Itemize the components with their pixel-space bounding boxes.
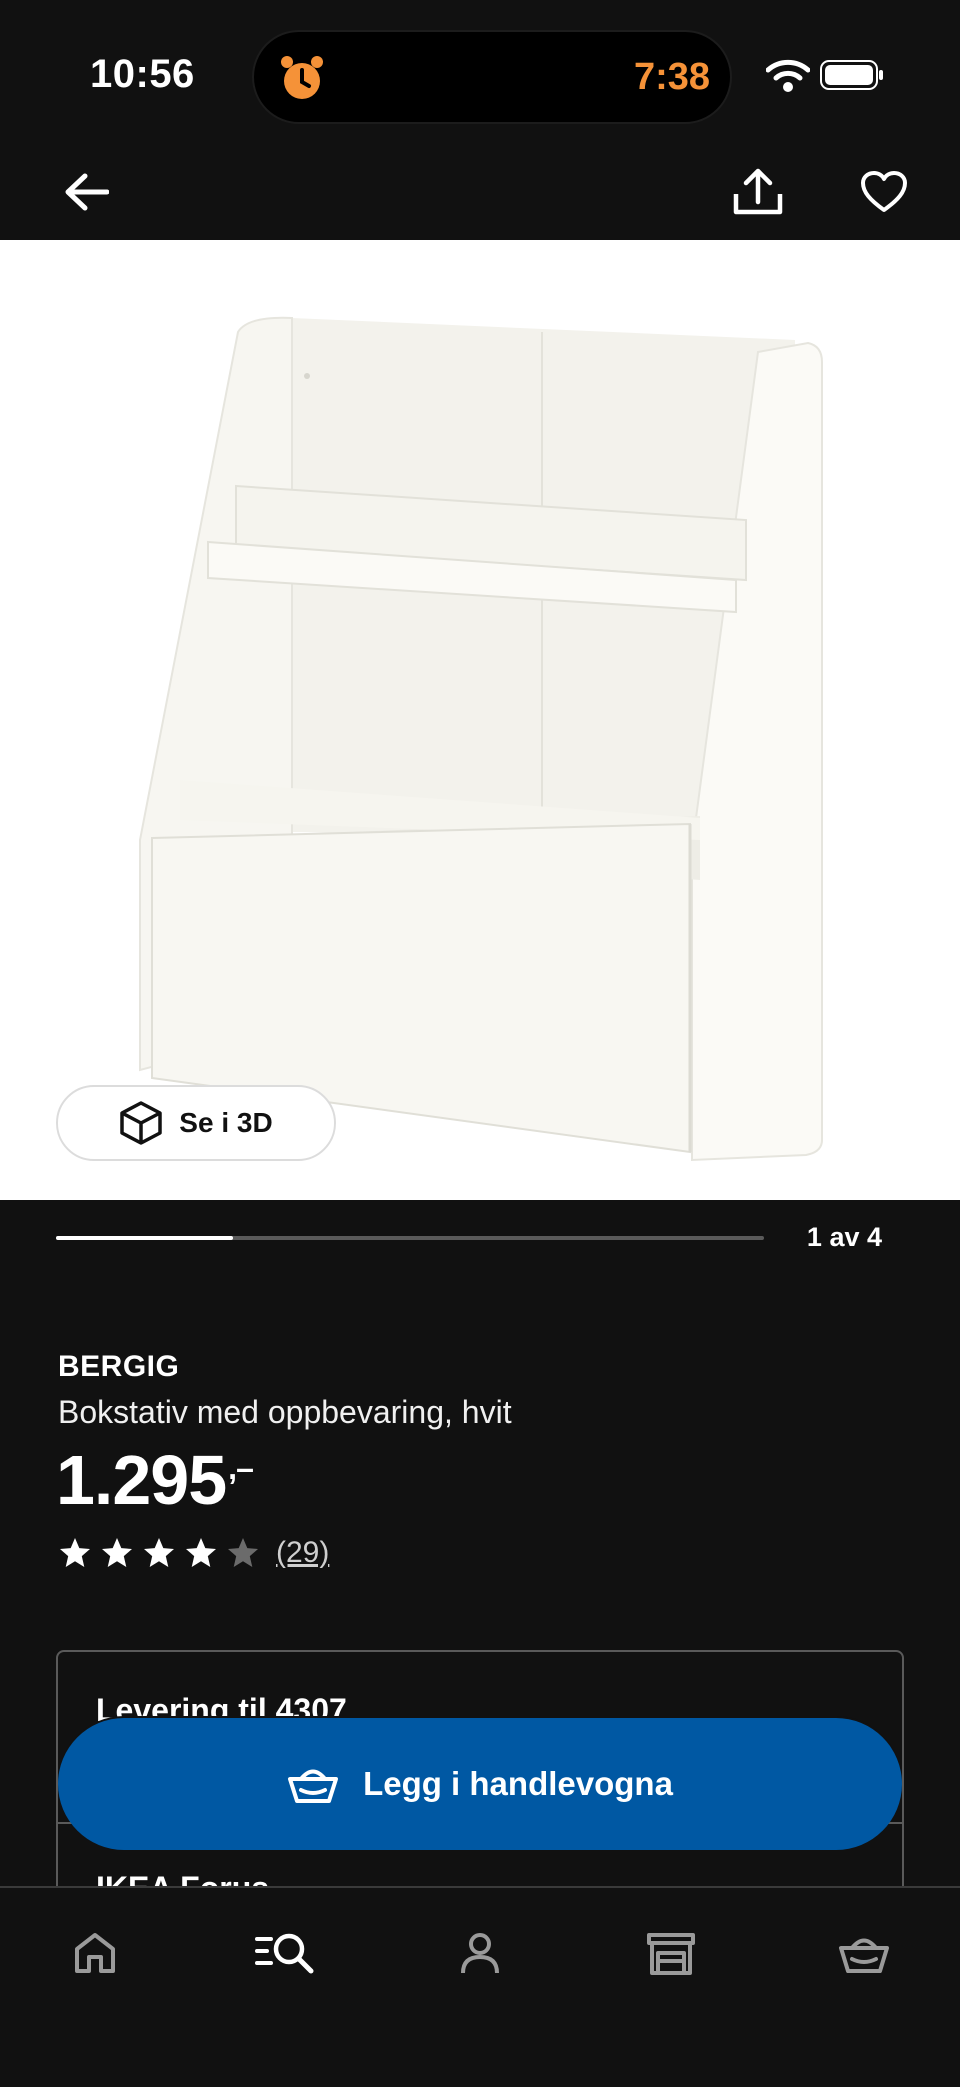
- gallery-progress-fill: [56, 1236, 233, 1240]
- tab-account[interactable]: [445, 1918, 515, 1988]
- bottom-tab-bar: [0, 1886, 960, 2087]
- tab-store[interactable]: [636, 1918, 706, 1988]
- arrow-left-icon: [65, 173, 109, 211]
- tab-cart[interactable]: [829, 1918, 899, 1988]
- product-name: BERGIG: [58, 1350, 180, 1383]
- star-filled-icon: [102, 1538, 132, 1567]
- rating-stars: [58, 1536, 268, 1570]
- home-icon: [75, 1933, 115, 1973]
- product-image-gallery[interactable]: Se i 3D: [0, 240, 960, 1200]
- status-time: 10:56: [90, 52, 195, 96]
- review-count-link[interactable]: (29): [276, 1536, 329, 1570]
- favorite-button[interactable]: [852, 160, 916, 224]
- heart-icon: [861, 171, 907, 212]
- product-rating[interactable]: (29): [58, 1536, 329, 1570]
- cart-icon: [839, 1938, 889, 1973]
- product-image: [139, 316, 823, 1162]
- basket-icon: [288, 1769, 339, 1803]
- store-icon: [647, 1933, 695, 1975]
- star-filled-icon: [60, 1538, 90, 1567]
- search-icon: [255, 1933, 314, 1974]
- account-icon: [461, 1933, 499, 1974]
- gallery-progress-bar: [56, 1236, 764, 1240]
- status-bar: 10:56 7:38: [0, 0, 960, 140]
- star-filled-icon: [144, 1538, 174, 1567]
- top-nav: [0, 140, 960, 240]
- gallery-page-indicator: 1 av 4: [806, 1222, 882, 1252]
- tab-search[interactable]: [250, 1918, 320, 1988]
- product-description: Bokstativ med oppbevaring, hvit: [58, 1394, 512, 1430]
- product-price: 1.295,–: [56, 1440, 254, 1520]
- see-in-3d-button[interactable]: Se i 3D: [56, 1085, 336, 1161]
- dynamic-island: 7:38: [252, 30, 732, 124]
- cube-3d-icon: [120, 1101, 163, 1145]
- share-button[interactable]: [726, 160, 790, 224]
- wifi-icon: [766, 59, 810, 92]
- timer-text: 7:38: [633, 56, 710, 98]
- add-to-cart-button[interactable]: Legg i handlevogna: [58, 1718, 902, 1850]
- back-button[interactable]: [54, 160, 118, 224]
- star-empty-icon: [228, 1538, 258, 1567]
- share-icon: [733, 168, 783, 215]
- see-in-3d-label: Se i 3D: [179, 1107, 273, 1138]
- battery-icon: [820, 60, 883, 90]
- alarm-clock-icon: [281, 56, 323, 99]
- add-to-cart-label: Legg i handlevogna: [363, 1765, 673, 1802]
- tab-home[interactable]: [60, 1918, 130, 1988]
- price-suffix: ,–: [228, 1450, 254, 1486]
- star-filled-icon: [186, 1538, 216, 1567]
- price-value: 1.295: [56, 1441, 227, 1519]
